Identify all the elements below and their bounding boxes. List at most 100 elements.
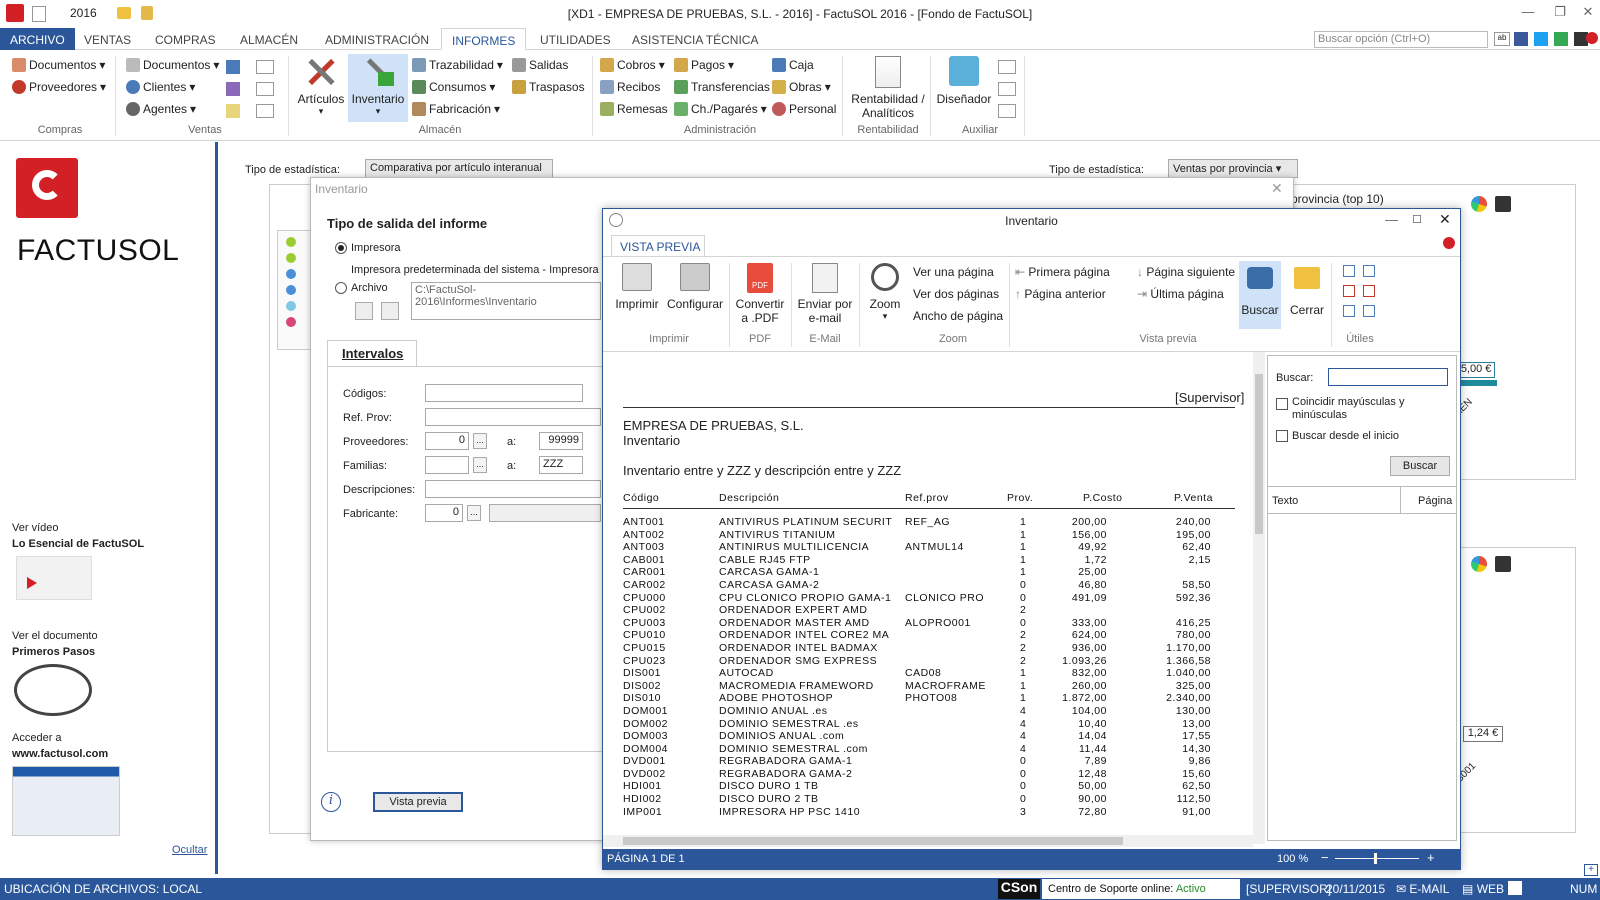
imprimir-button[interactable]: Imprimir [611,263,663,311]
personal-button[interactable]: Personal [772,102,836,116]
enviar-email-button[interactable]: Enviar por e-mail [795,263,855,325]
file-path-field[interactable]: C:\FactuSol-2016\Informes\Inventario [411,282,601,320]
tab-administracion[interactable]: ADMINISTRACIÓN [315,28,439,50]
twitter-icon[interactable] [1534,32,1548,46]
facebook-icon[interactable] [1514,32,1528,46]
search-family-from-button[interactable]: ... [473,457,487,473]
video-link[interactable]: Lo Esencial de FactuSOL [12,538,144,550]
familias-to-input[interactable]: ZZZ [539,456,583,474]
ventas-documentos-button[interactable]: Documentos ▾ [126,58,219,72]
utility-icon[interactable] [1363,285,1375,297]
trazabilidad-button[interactable]: Trazabilidad ▾ [412,58,503,72]
proveedores-button[interactable]: Proveedores ▾ [12,80,106,94]
report-vertical-scrollbar[interactable] [1253,352,1265,844]
utility-icon[interactable] [1343,265,1355,277]
tab-informes[interactable]: INFORMES [441,28,527,50]
minimize-icon[interactable]: — [1514,4,1542,24]
pie-chart-icon[interactable] [1471,556,1487,572]
zoom-slider[interactable] [1335,858,1419,859]
aux-list-icon[interactable] [998,104,1016,118]
restore-icon[interactable]: ❐ [1546,4,1574,24]
agentes-button[interactable]: Agentes ▾ [126,102,196,116]
web-status[interactable]: ▤ WEB [1462,882,1504,896]
zoom-in-icon[interactable]: + [1427,850,1435,865]
hscroll-thumb[interactable] [623,837,1123,845]
check-icon[interactable] [1508,881,1522,895]
clear-icon[interactable] [381,302,399,320]
match-case-checkbox[interactable] [1276,398,1288,410]
tab-utilidades[interactable]: UTILIDADES [530,28,621,50]
pagos-button[interactable]: Pagos ▾ [674,58,734,72]
tab-asistencia-tecnica[interactable]: ASISTENCIA TÉCNICA [622,28,768,50]
website-thumbnail[interactable] [12,766,120,836]
utility-icon[interactable] [1343,285,1355,297]
aux-list-icon[interactable] [998,82,1016,96]
search-supplier-from-button[interactable]: ... [473,433,487,449]
rentabilidad-button[interactable]: Rentabilidad / Analíticos [850,56,926,120]
pagina-anterior-button[interactable]: ↑ Página anterior [1015,287,1106,301]
descripciones-input[interactable] [425,480,601,498]
tab-archivo[interactable]: ARCHIVO [0,28,75,50]
preview-maximize-icon[interactable]: □ [1413,211,1421,226]
stopwatch-icon[interactable] [14,664,92,716]
zoom-out-icon[interactable]: − [1321,850,1329,865]
list-icon[interactable] [256,104,274,118]
ultima-pagina-button[interactable]: ⇥ Última página [1137,287,1224,301]
cerrar-button[interactable]: Cerrar [1287,263,1327,317]
articulos-button[interactable]: Artículos ▾ [296,56,346,124]
support-status[interactable]: Centro de Soporte online: Activo [1042,879,1240,899]
web-link[interactable]: www.factusol.com [12,748,108,760]
report-horizontal-scrollbar[interactable] [603,835,1253,847]
note-icon[interactable] [226,104,240,118]
buscar-button[interactable]: Buscar [1239,261,1281,329]
primera-pagina-button[interactable]: ⇤ Primera página [1015,265,1110,279]
fabricante-input[interactable]: 0 [425,504,463,522]
dialog-close-icon[interactable]: ✕ [1271,180,1283,197]
expand-icon[interactable]: + [1584,864,1598,876]
hide-link[interactable]: Ocultar [172,844,207,856]
cobros-button[interactable]: Cobros ▾ [600,58,665,72]
save-icon[interactable] [1495,556,1511,572]
search-option-input[interactable]: Buscar opción (Ctrl+O) [1314,31,1488,48]
stat-type-select-1[interactable]: Comparativa por artículo interanual [365,159,553,178]
zoom-slider-thumb[interactable] [1374,853,1377,864]
save-icon[interactable] [1495,196,1511,212]
proveedores-to-input[interactable]: 99999 [539,432,583,450]
video-player-icon[interactable] [16,556,92,600]
tab-vista-previa[interactable]: VISTA PREVIA [611,235,705,257]
familias-from-input[interactable] [425,456,469,474]
scroll-thumb[interactable] [1255,374,1263,534]
pie-chart-icon[interactable] [1471,196,1487,212]
binoculars-icon[interactable]: ab [1494,32,1510,46]
vista-previa-button[interactable]: Vista previa [373,792,463,812]
list-icon[interactable] [256,82,274,96]
consumos-button[interactable]: Consumos ▾ [412,80,495,94]
tab-ventas[interactable]: VENTAS [74,28,141,50]
clientes-button[interactable]: Clientes ▾ [126,80,195,94]
recibos-button[interactable]: Recibos [600,80,660,94]
list-icon[interactable] [256,60,274,74]
utility-icon[interactable] [1343,305,1355,317]
google-icon[interactable] [1554,32,1568,46]
utility-icon[interactable] [1363,265,1375,277]
preview-close-icon[interactable]: ✕ [1439,211,1451,228]
fabricacion-button[interactable]: Fabricación ▾ [412,102,500,116]
email-status[interactable]: ✉ E-MAIL [1396,882,1449,896]
ver-dos-paginas-button[interactable]: Ver dos páginas [913,287,999,301]
tab-intervalos[interactable]: Intervalos [327,340,417,366]
traspasos-button[interactable]: Traspasos [512,80,585,94]
tab-compras[interactable]: COMPRAS [145,28,226,50]
cheques-pagares-button[interactable]: Ch./Pagarés ▾ [674,102,767,116]
help-icon[interactable] [1586,32,1598,44]
file-radio[interactable]: Archivo [335,282,388,294]
obras-button[interactable]: Obras ▾ [772,80,831,94]
convertir-pdf-button[interactable]: PDF Convertir a .PDF [733,263,787,325]
salidas-button[interactable]: Salidas [512,58,568,72]
proveedores-from-input[interactable]: 0 [425,432,469,450]
transferencias-button[interactable]: Transferencias [674,80,770,94]
browse-icon[interactable] [355,302,373,320]
compras-documentos-button[interactable]: Documentos ▾ [12,58,105,72]
disenador-button[interactable]: Diseñador [934,56,994,106]
ancho-pagina-button[interactable]: Ancho de página [913,309,1003,323]
ver-una-pagina-button[interactable]: Ver una página [913,265,994,279]
